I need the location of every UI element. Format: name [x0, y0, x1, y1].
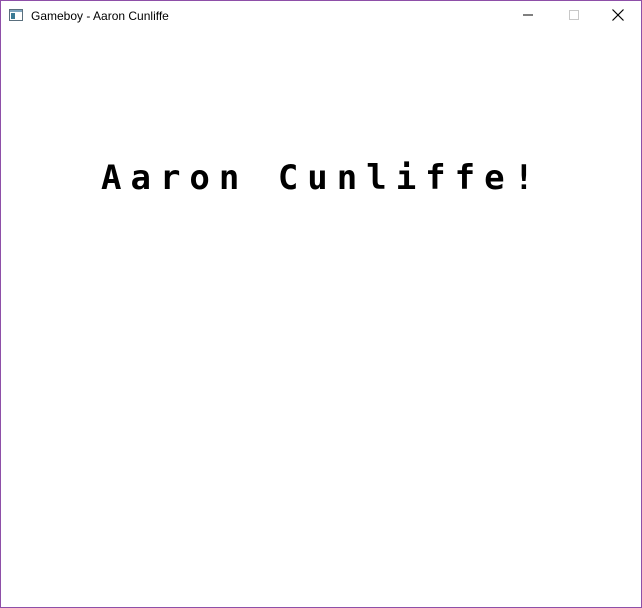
app-window-icon	[9, 9, 23, 21]
app-window: Gameboy - Aaron Cunliffe Aaron Cunliffe!	[0, 0, 642, 608]
minimize-button[interactable]	[505, 1, 551, 31]
close-icon	[612, 8, 624, 24]
maximize-button[interactable]	[551, 1, 597, 31]
title-bar[interactable]: Gameboy - Aaron Cunliffe	[1, 1, 641, 31]
maximize-icon	[569, 9, 579, 23]
game-screen: Aaron Cunliffe!	[1, 31, 641, 607]
minimize-icon	[523, 9, 533, 23]
window-title: Gameboy - Aaron Cunliffe	[31, 9, 169, 23]
screen-message: Aaron Cunliffe!	[101, 158, 544, 198]
close-button[interactable]	[595, 1, 641, 31]
